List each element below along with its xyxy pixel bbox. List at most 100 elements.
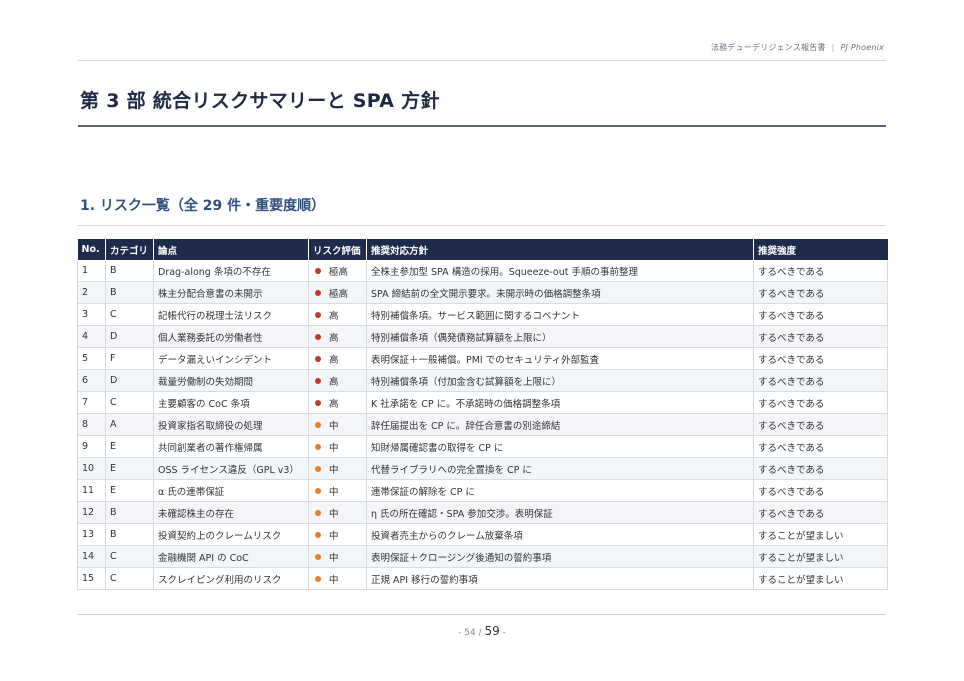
cell-risk-level: 高 — [308, 369, 367, 392]
cell-no: 5 — [77, 347, 106, 370]
table-row: 2 B 株主分配合意書の未開示 極高 SPA 締結前の全文開示要求。未開示時の価格調整条… — [77, 281, 888, 304]
cell-category: C — [105, 567, 154, 590]
risk-dot-icon — [315, 465, 321, 472]
cell-action: 表明保証＋一般補償。PMI でのセキュリティ外部監査 — [366, 347, 754, 370]
risk-dot-icon — [315, 443, 321, 450]
cell-issue: 投資家指名取締役の処理 — [153, 413, 309, 436]
col-header-strength: 推奨強度 — [753, 239, 888, 260]
risk-dot-icon — [315, 311, 321, 318]
risk-table: No. カテゴリ 論点 リスク評価 推奨対応方針 推奨強度 1 B Drag-alo… — [77, 239, 888, 590]
project-name: PJ Phoenix — [840, 43, 884, 52]
risk-dot-icon — [315, 509, 321, 516]
cell-category: D — [105, 369, 154, 392]
cell-strength: するべきである — [753, 325, 888, 348]
cell-strength: するべきである — [753, 413, 888, 436]
title-divider — [78, 125, 886, 127]
cell-risk-level: 中 — [308, 413, 367, 436]
col-header-no: No. — [77, 239, 106, 260]
cell-category: F — [105, 347, 154, 370]
cell-issue: スクレイピング利用のリスク — [153, 567, 309, 590]
cell-action: 表明保証＋クロージング後通知の誓約事項 — [366, 545, 754, 568]
cell-issue: 投資契約上のクレームリスク — [153, 523, 309, 546]
risk-dot-icon — [315, 333, 321, 340]
current-page: 54 — [464, 628, 476, 638]
col-header-risk-level: リスク評価 — [308, 239, 367, 260]
cell-action: 特別補償条項。サービス範囲に関するコベナント — [366, 303, 754, 326]
cell-strength: するべきである — [753, 457, 888, 480]
cell-action: 特別補償条項（偶発債務試算額を上限に） — [366, 325, 754, 348]
cell-issue: 金融機関 API の CoC — [153, 545, 309, 568]
cell-no: 3 — [77, 303, 106, 326]
cell-issue: 未確認株主の存在 — [153, 501, 309, 524]
report-header: 法務デューデリジェンス報告書 | PJ Phoenix — [711, 42, 884, 53]
risk-level-label: 高 — [329, 310, 339, 322]
risk-level-label: 中 — [329, 552, 339, 564]
cell-action: 投資者売主からのクレーム放棄条項 — [366, 523, 754, 546]
cell-action: K 社承諾を CP に。不承諾時の価格調整条項 — [366, 391, 754, 414]
risk-level-label: 中 — [329, 486, 339, 498]
cell-category: E — [105, 479, 154, 502]
header-separator: | — [831, 43, 835, 52]
risk-dot-icon — [315, 553, 321, 560]
cell-category: E — [105, 435, 154, 458]
cell-action: 正規 API 移行の誓約事項 — [366, 567, 754, 590]
total-pages: 59 — [484, 624, 500, 638]
risk-level-label: 中 — [329, 464, 339, 476]
risk-level-label: 中 — [329, 420, 339, 432]
risk-dot-icon — [315, 575, 321, 582]
cell-no: 9 — [77, 435, 106, 458]
cell-risk-level: 高 — [308, 325, 367, 348]
cell-issue: α 氏の連帯保証 — [153, 479, 309, 502]
cell-category: B — [105, 523, 154, 546]
page-number: - 54 / 59 - — [458, 624, 506, 638]
risk-dot-icon — [315, 355, 321, 362]
cell-category: E — [105, 457, 154, 480]
table-row: 9 E 共同創業者の著作権帰属 中 知財帰属確認書の取得を CP にするべきである — [77, 435, 888, 458]
cell-risk-level: 極高 — [308, 281, 367, 304]
cell-category: B — [105, 281, 154, 304]
cell-action: SPA 締結前の全文開示要求。未開示時の価格調整条項 — [366, 281, 754, 304]
cell-issue: 個人業務委託の労働者性 — [153, 325, 309, 348]
cell-risk-level: 中 — [308, 545, 367, 568]
cell-action: 特別補償条項（付加金含む試算額を上限に） — [366, 369, 754, 392]
cell-risk-level: 中 — [308, 457, 367, 480]
cell-category: D — [105, 325, 154, 348]
table-row: 3 C 記帳代行の税理士法リスク 高 特別補償条項。サービス範囲に関するコベナント するべ… — [77, 303, 888, 326]
risk-dot-icon — [315, 399, 321, 406]
cell-risk-level: 高 — [308, 391, 367, 414]
cell-issue: 記帳代行の税理士法リスク — [153, 303, 309, 326]
cell-issue: OSS ライセンス違反（GPL v3） — [153, 457, 309, 480]
cell-no: 1 — [77, 260, 106, 282]
cell-no: 2 — [77, 281, 106, 304]
risk-dot-icon — [315, 531, 321, 538]
table-row: 11 Eα 氏の連帯保証 中 連帯保証の解除を CP にするべきである — [77, 479, 888, 502]
cell-category: C — [105, 391, 154, 414]
cell-strength: することが望ましい — [753, 545, 888, 568]
cell-no: 8 — [77, 413, 106, 436]
cell-no: 11 — [77, 479, 106, 502]
table-row: 8 A 投資家指名取締役の処理 中 辞任届提出を CP に。辞任合意書の別途締結 するべき… — [77, 413, 888, 436]
cell-issue: Drag-along 条項の不存在 — [153, 260, 309, 282]
table-row: 7 C 主要顧客の CoC 条項 高 K 社承諾を CP に。不承諾時の価格調整条項 する… — [77, 391, 888, 414]
cell-strength: することが望ましい — [753, 523, 888, 546]
risk-dot-icon — [315, 421, 321, 428]
cell-no: 4 — [77, 325, 106, 348]
risk-level-label: 高 — [329, 354, 339, 366]
risk-level-label: 中 — [329, 442, 339, 454]
risk-level-label: 極高 — [329, 288, 349, 300]
risk-level-label: 中 — [329, 508, 339, 520]
cell-no: 10 — [77, 457, 106, 480]
table-row: 13 B 投資契約上のクレームリスク 中 投資者売主からのクレーム放棄条項 することが望ま… — [77, 523, 888, 546]
cell-no: 15 — [77, 567, 106, 590]
cell-action: 連帯保証の解除を CP に — [366, 479, 754, 502]
risk-dot-icon — [315, 289, 321, 296]
cell-category: B — [105, 501, 154, 524]
risk-level-label: 中 — [329, 574, 339, 586]
cell-action: η 氏の所在確認・SPA 参加交渉。表明保証 — [366, 501, 754, 524]
cell-strength: することが望ましい — [753, 567, 888, 590]
cell-issue: 共同創業者の著作権帰属 — [153, 435, 309, 458]
cell-risk-level: 高 — [308, 347, 367, 370]
cell-action: 知財帰属確認書の取得を CP に — [366, 435, 754, 458]
section-title: 1. リスク一覧（全 29 件・重要度順） — [80, 198, 326, 214]
risk-level-label: 中 — [329, 530, 339, 542]
